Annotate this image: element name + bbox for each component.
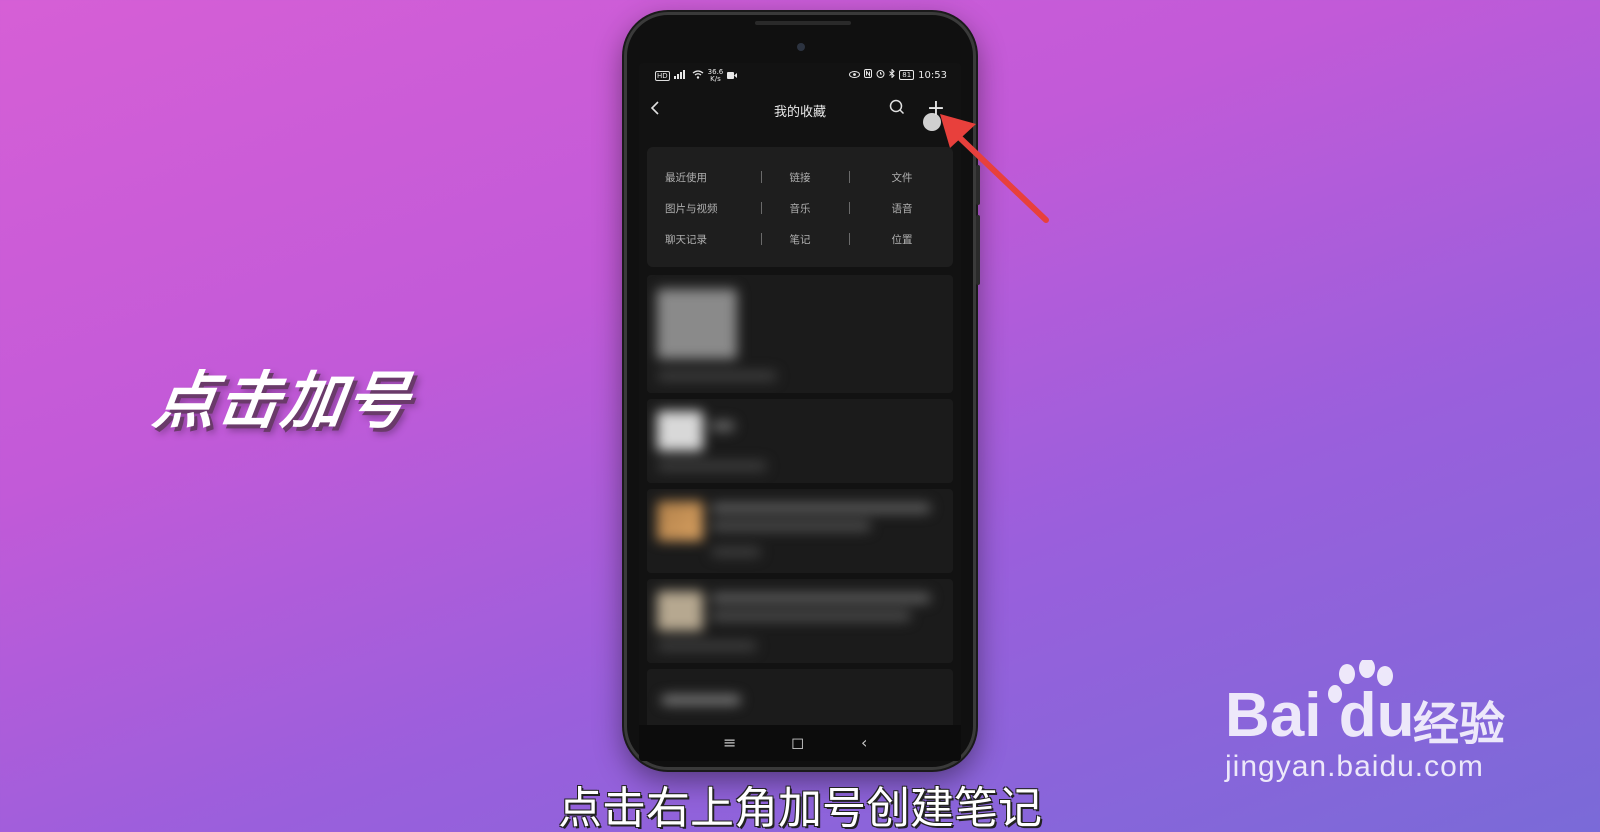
list-item[interactable] (647, 399, 953, 483)
back-icon[interactable]: ‹ (861, 733, 867, 752)
category-row: 图片与视频 音乐 语音 (647, 198, 953, 218)
divider (761, 233, 762, 245)
category-row: 最近使用 链接 文件 (647, 167, 953, 187)
watermark-logo: Bai du (1225, 681, 1415, 750)
menu-icon[interactable]: ≡ (723, 733, 736, 752)
front-camera (797, 43, 805, 51)
divider (849, 171, 850, 183)
speaker-grille (755, 21, 851, 25)
category-notes[interactable]: 笔记 (749, 229, 851, 249)
baidu-watermark: Bai du 经验 jingyan.baidu.com (1225, 658, 1515, 790)
page-title: 我的收藏 (773, 105, 826, 120)
status-bar: HD 36.6 K/s 81 10:53 (639, 63, 961, 87)
list-item[interactable] (647, 275, 953, 393)
category-panel: 最近使用 链接 文件 图片与视频 音乐 语音 聊天记录 笔记 位置 (647, 147, 953, 267)
wifi-icon (692, 70, 704, 82)
hd-badge: HD (655, 71, 670, 81)
system-nav-bar: ≡ ◻ ‹ (639, 725, 961, 761)
eye-icon (849, 70, 861, 81)
list-item[interactable] (647, 579, 953, 663)
divider (849, 233, 850, 245)
category-music[interactable]: 音乐 (749, 198, 851, 218)
list-item[interactable] (647, 669, 953, 729)
video-icon (727, 71, 738, 82)
phone-frame: HD 36.6 K/s 81 10:53 我的收藏 + 最近使用 链接 文件 图… (624, 12, 980, 770)
net-speed: 36.6 K/s (707, 68, 724, 83)
category-chat-history[interactable]: 聊天记录 (647, 229, 749, 249)
phone-screen: HD 36.6 K/s 81 10:53 我的收藏 + 最近使用 链接 文件 图… (639, 63, 961, 761)
clock-time: 10:53 (918, 69, 947, 81)
category-photos-videos[interactable]: 图片与视频 (647, 198, 749, 218)
alarm-icon (876, 69, 885, 81)
category-recent[interactable]: 最近使用 (647, 167, 749, 187)
home-icon[interactable]: ◻ (791, 733, 804, 752)
nfc-icon (864, 69, 873, 81)
divider (761, 171, 762, 183)
divider (761, 202, 762, 214)
category-row: 聊天记录 笔记 位置 (647, 229, 953, 249)
nav-bar: 我的收藏 + (639, 91, 961, 131)
list-item[interactable] (647, 489, 953, 573)
search-icon[interactable] (889, 99, 905, 119)
signal-icon (673, 70, 688, 82)
side-caption: 点击加号 (149, 364, 416, 437)
divider (849, 202, 850, 214)
category-links[interactable]: 链接 (749, 167, 851, 187)
pointer-arrow-icon (926, 104, 1076, 238)
watermark-url: jingyan.baidu.com (1225, 750, 1484, 783)
battery-icon: 81 (899, 70, 915, 80)
watermark-chinese: 经验 (1413, 697, 1505, 751)
bluetooth-icon (889, 68, 895, 81)
